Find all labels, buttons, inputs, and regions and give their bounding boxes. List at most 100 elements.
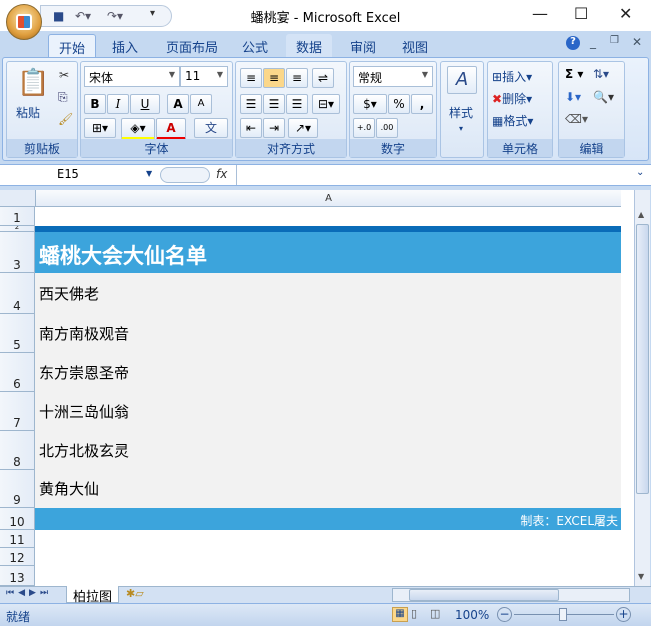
sort-filter-button[interactable]: ⇅▾ <box>593 67 609 81</box>
expand-formula-bar-icon[interactable]: ⌄ <box>636 167 644 178</box>
shrink-font-button[interactable]: A <box>190 94 212 114</box>
fill-color-button[interactable]: ◈▾ <box>121 118 155 141</box>
sheet-tab[interactable]: 柏拉图 <box>66 586 120 605</box>
page-layout-view-button[interactable]: ▯ <box>411 607 417 620</box>
horizontal-scroll-thumb[interactable] <box>409 589 559 601</box>
scroll-up-icon[interactable]: ▲ <box>638 210 644 219</box>
tab-view[interactable]: 视图 <box>392 34 438 57</box>
tab-data[interactable]: 数据 <box>286 34 333 57</box>
paste-icon[interactable]: 📋 <box>17 68 49 98</box>
row-header[interactable]: 9 <box>0 470 35 508</box>
page-break-view-button[interactable]: ◫ <box>430 607 440 620</box>
decrease-decimal-button[interactable]: .00 <box>376 118 398 138</box>
row-header[interactable]: 8 <box>0 431 35 470</box>
office-button[interactable] <box>6 4 42 40</box>
tab-insert[interactable]: 插入 <box>102 34 148 57</box>
restore-icon[interactable]: ❐ <box>610 35 619 46</box>
list-title-cell[interactable]: 蟠桃大会大仙名单 <box>35 232 621 273</box>
row-header[interactable]: 7 <box>0 392 35 431</box>
zoom-in-button[interactable]: + <box>616 607 631 622</box>
name-cell[interactable]: 北方北极玄灵 <box>35 431 621 470</box>
row-header[interactable]: 1 <box>0 207 35 226</box>
insert-function-button[interactable]: fx <box>216 167 227 181</box>
close-button[interactable]: ✕ <box>619 4 632 23</box>
select-all-corner[interactable] <box>0 190 35 207</box>
vertical-scroll-thumb[interactable] <box>636 224 649 494</box>
column-header-a[interactable]: A <box>35 190 621 207</box>
name-cell[interactable]: 十洲三岛仙翁 <box>35 392 621 431</box>
tab-page-layout[interactable]: 页面布局 <box>156 34 228 57</box>
tab-review[interactable]: 审阅 <box>340 34 386 57</box>
worksheet-grid[interactable]: A 1 2 3 4 5 6 7 8 9 10 11 12 13 蟠桃大会大仙名单… <box>0 190 634 586</box>
styles-button[interactable]: 样式 <box>449 104 473 121</box>
sheet-nav-arrows-icon[interactable]: ⏮◀▶⏭ <box>6 588 52 598</box>
name-cell[interactable]: 南方南极观音 <box>35 314 621 353</box>
zoom-out-button[interactable]: − <box>497 607 512 622</box>
grow-font-button[interactable]: A <box>167 94 189 114</box>
close-workbook-icon[interactable]: ✕ <box>632 35 642 49</box>
styles-group[interactable]: A 样式 ▾ <box>440 61 484 158</box>
fill-button[interactable]: ⬇▾ <box>565 90 581 104</box>
normal-view-button[interactable]: ▦ <box>392 607 408 622</box>
row-header[interactable]: 12 <box>0 548 35 566</box>
footer-cell[interactable]: 制表：EXCEL屠夫 <box>35 508 621 530</box>
cut-icon[interactable]: ✂ <box>59 68 69 82</box>
borders-button[interactable]: ⊞▾ <box>84 118 116 138</box>
format-painter-icon[interactable]: 🖌 <box>58 112 73 126</box>
align-bottom-button[interactable]: ≡ <box>286 68 308 88</box>
currency-button[interactable]: $▾ <box>353 94 387 114</box>
decrease-indent-button[interactable]: ⇤ <box>240 118 262 138</box>
align-middle-button[interactable]: ≡ <box>263 68 285 88</box>
autosum-button[interactable]: Σ ▾ <box>565 67 583 81</box>
name-box[interactable]: E15 <box>2 167 157 184</box>
name-cell[interactable]: 东方崇恩圣帝 <box>35 353 621 392</box>
formula-input[interactable] <box>236 165 633 185</box>
align-right-button[interactable]: ☰ <box>286 94 308 114</box>
italic-button[interactable]: I <box>107 94 129 114</box>
row-header[interactable]: 11 <box>0 530 35 548</box>
clear-button[interactable]: ⌫▾ <box>565 112 588 126</box>
percent-button[interactable]: % <box>388 94 410 114</box>
phonetic-button[interactable]: 文 <box>194 118 228 138</box>
maximize-button[interactable]: ☐ <box>574 4 588 23</box>
name-cell[interactable]: 黄角大仙 <box>35 470 621 508</box>
align-left-button[interactable]: ☰ <box>240 94 262 114</box>
paste-button[interactable]: 粘贴 <box>16 104 40 121</box>
insert-cells-button[interactable]: ⊞插入▾ <box>492 68 532 85</box>
row-header[interactable]: 5 <box>0 314 35 353</box>
name-box-dropdown-icon[interactable]: ▼ <box>146 169 152 178</box>
font-size-select[interactable]: 11 ▼ <box>180 66 228 87</box>
help-icon[interactable]: ? <box>566 36 580 50</box>
insert-sheet-icon[interactable]: ✱▱ <box>126 587 144 600</box>
ribbon-minimize-icon[interactable]: _ <box>590 35 596 49</box>
merge-center-button[interactable]: ⊟▾ <box>312 94 340 114</box>
scroll-down-icon[interactable]: ▼ <box>638 572 644 581</box>
row-header[interactable]: 13 <box>0 566 35 586</box>
comma-button[interactable]: , <box>411 94 433 114</box>
formula-divider-handle[interactable] <box>160 167 210 183</box>
row-header[interactable]: 6 <box>0 353 35 392</box>
align-top-button[interactable]: ≡ <box>240 68 262 88</box>
align-center-button[interactable]: ☰ <box>263 94 285 114</box>
tab-home[interactable]: 开始 <box>48 34 97 57</box>
tab-formulas[interactable]: 公式 <box>232 34 278 57</box>
format-cells-button[interactable]: ▦格式▾ <box>492 112 533 129</box>
font-color-button[interactable]: A <box>156 118 186 141</box>
font-name-select[interactable]: 宋体 ▼ <box>84 66 180 87</box>
increase-decimal-button[interactable]: +.0 <box>353 118 375 138</box>
row-header[interactable]: 3 <box>0 232 35 273</box>
orientation-button[interactable]: ↗▾ <box>288 118 318 138</box>
bold-button[interactable]: B <box>84 94 106 114</box>
horizontal-scrollbar[interactable] <box>392 588 630 602</box>
delete-cells-button[interactable]: ✖删除▾ <box>492 90 532 107</box>
vertical-scrollbar[interactable]: ▲ ▼ <box>634 190 650 586</box>
wrap-text-button[interactable]: ⇌ <box>312 68 334 88</box>
row-header[interactable]: 4 <box>0 273 35 314</box>
underline-button[interactable]: U <box>130 94 160 114</box>
zoom-level[interactable]: 100% <box>455 608 489 622</box>
zoom-slider-thumb[interactable] <box>559 608 567 621</box>
row-header[interactable]: 10 <box>0 508 35 530</box>
increase-indent-button[interactable]: ⇥ <box>263 118 285 138</box>
find-select-button[interactable]: 🔍▾ <box>593 90 614 104</box>
name-cell[interactable]: 西天佛老 <box>35 273 621 314</box>
